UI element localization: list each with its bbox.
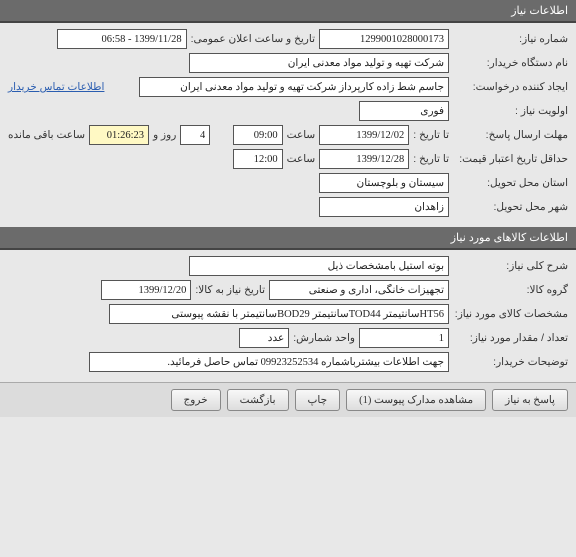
need-date-field[interactable] — [101, 280, 191, 300]
hour-label-1: ساعت — [287, 129, 316, 141]
city-field[interactable] — [319, 197, 449, 217]
qty-field[interactable] — [359, 328, 449, 348]
days-and-label: روز و — [153, 129, 176, 141]
deadline-label: مهلت ارسال پاسخ: — [453, 129, 568, 141]
city-label: شهر محل تحویل: — [453, 201, 568, 213]
respond-button[interactable]: پاسخ به نیاز — [492, 389, 568, 411]
province-label: استان محل تحویل: — [453, 177, 568, 189]
view-docs-button[interactable]: مشاهده مدارک پیوست (1) — [346, 389, 486, 411]
need-number-label: شماره نیاز: — [453, 33, 568, 45]
until-label: تا تاریخ : — [413, 129, 449, 141]
notes-label: توضیحات خریدار: — [453, 356, 568, 368]
exit-button[interactable]: خروج — [171, 389, 221, 411]
priority-field[interactable] — [359, 101, 449, 121]
goods-info-form: شرح کلی نیاز: گروه کالا: تاریخ نیاز به ک… — [0, 250, 576, 382]
validity-date-field[interactable] — [319, 149, 409, 169]
validity-label: حداقل تاریخ اعتبار قیمت: — [453, 153, 568, 165]
section-header-goods-info: اطلاعات کالاهای مورد نیاز — [0, 227, 576, 250]
buyer-field[interactable] — [189, 53, 449, 73]
group-label: گروه کالا: — [453, 284, 568, 296]
group-field[interactable] — [269, 280, 449, 300]
desc-field[interactable] — [189, 256, 449, 276]
announce-label: تاریخ و ساعت اعلان عمومی: — [191, 33, 315, 45]
spec-field[interactable] — [109, 304, 449, 324]
button-bar: پاسخ به نیاز مشاهده مدارک پیوست (1) چاپ … — [0, 382, 576, 417]
print-button[interactable]: چاپ — [295, 389, 341, 411]
need-info-form: شماره نیاز: تاریخ و ساعت اعلان عمومی: نا… — [0, 23, 576, 227]
hour-label-2: ساعت — [287, 153, 316, 165]
priority-label: اولویت نیاز : — [453, 105, 568, 117]
creator-label: ایجاد کننده درخواست: — [453, 81, 568, 93]
buyer-contact-link[interactable]: اطلاعات تماس خریدار — [8, 81, 104, 93]
notes-field[interactable] — [89, 352, 449, 372]
back-button[interactable]: بازگشت — [227, 389, 289, 411]
days-remain-field[interactable] — [180, 125, 210, 145]
desc-label: شرح کلی نیاز: — [453, 260, 568, 272]
province-field[interactable] — [319, 173, 449, 193]
remain-label: ساعت باقی مانده — [8, 129, 85, 141]
timer-field — [89, 125, 149, 145]
buyer-label: نام دستگاه خریدار: — [453, 57, 568, 69]
section-header-need-info: اطلاعات نیاز — [0, 0, 576, 23]
announce-field[interactable] — [57, 29, 187, 49]
creator-field[interactable] — [139, 77, 449, 97]
validity-until-label: تا تاریخ : — [413, 153, 449, 165]
need-date-label: تاریخ نیاز به کالا: — [195, 284, 265, 296]
deadline-hour-field[interactable] — [233, 125, 283, 145]
validity-hour-field[interactable] — [233, 149, 283, 169]
unit-field[interactable] — [239, 328, 289, 348]
spec-label: مشخصات کالای مورد نیاز: — [453, 308, 568, 320]
need-number-field[interactable] — [319, 29, 449, 49]
unit-label: واحد شمارش: — [293, 332, 355, 344]
qty-label: تعداد / مقدار مورد نیاز: — [453, 332, 568, 344]
deadline-date-field[interactable] — [319, 125, 409, 145]
